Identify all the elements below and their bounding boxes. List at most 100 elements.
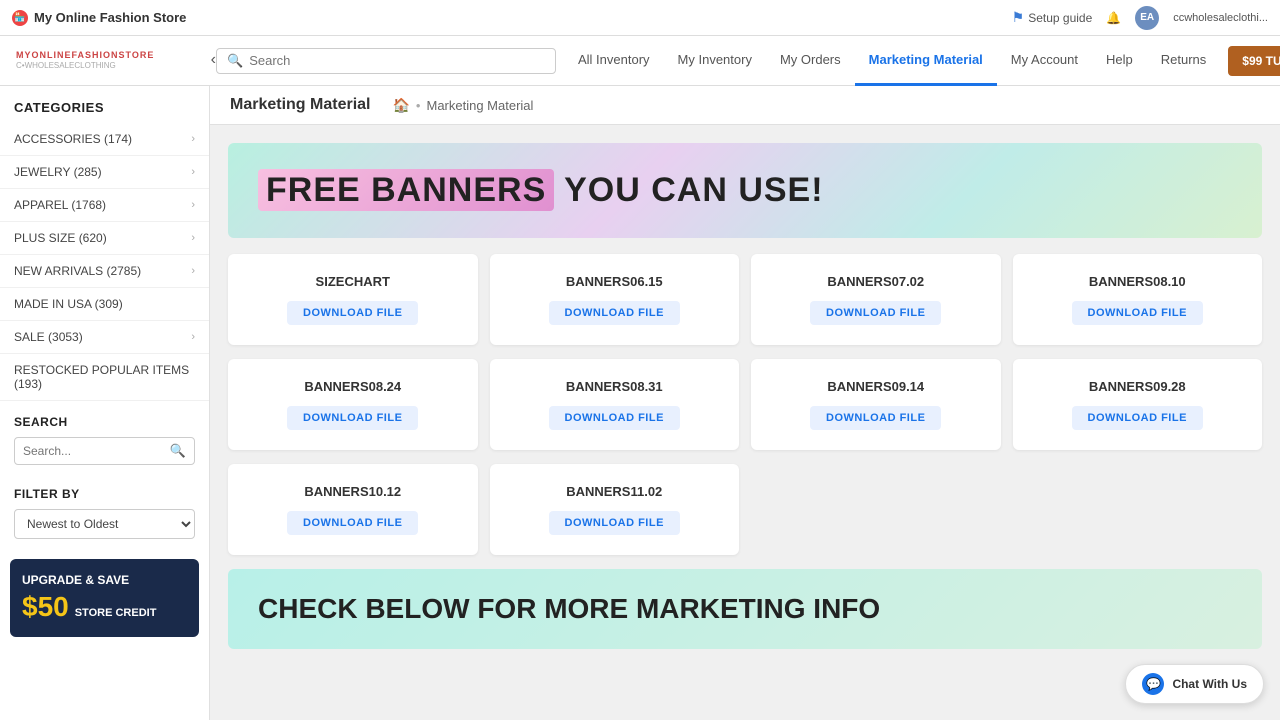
download-banners0914-button[interactable]: DOWNLOAD FILE	[810, 406, 941, 430]
logo-text-primary: MYONLINEFASHIONSTORE	[16, 51, 154, 61]
categories-header: CATEGORIES	[0, 86, 209, 123]
nav-link-my-inventory[interactable]: My Inventory	[664, 36, 766, 86]
nav-link-help[interactable]: Help	[1092, 36, 1147, 86]
store-name-bar: 🏪 My Online Fashion Store	[12, 10, 186, 26]
chat-label: Chat With Us	[1172, 677, 1247, 691]
page-layout: CATEGORIES ACCESSORIES (174) › JEWELRY (…	[0, 86, 1280, 720]
logo-text-sub: C•WHOLESALECLOTHING	[16, 61, 154, 70]
chevron-right-icon: ›	[191, 265, 195, 277]
download-banners0928-button[interactable]: DOWNLOAD FILE	[1072, 406, 1203, 430]
nav-search-icon: 🔍	[227, 53, 243, 69]
nav-link-my-orders[interactable]: My Orders	[766, 36, 855, 86]
sidebar: CATEGORIES ACCESSORIES (174) › JEWELRY (…	[0, 86, 210, 720]
main-nav: All Inventory My Inventory My Orders Mar…	[564, 36, 1280, 86]
check-below-banner: CHECK BELOW FOR MORE MARKETING INFO	[228, 569, 1262, 649]
nav-link-marketing-material[interactable]: Marketing Material	[855, 36, 997, 86]
card-sizechart: SIZECHART DOWNLOAD FILE	[228, 254, 478, 345]
store-name-label: My Online Fashion Store	[34, 10, 186, 25]
logo-texts: MYONLINEFASHIONSTORE C•WHOLESALECLOTHING	[16, 51, 154, 70]
card-banners1102: BANNERS11.02 DOWNLOAD FILE	[490, 464, 740, 555]
chevron-right-icon: ›	[191, 133, 195, 145]
search-section-label: SEARCH	[14, 415, 195, 429]
turnkey-website-button[interactable]: $99 TURNKEY WEBSITE	[1228, 46, 1280, 76]
category-item-jewelry[interactable]: JEWELRY (285) ›	[0, 156, 209, 189]
card-title: BANNERS11.02	[566, 484, 662, 499]
chevron-right-icon: ›	[191, 232, 195, 244]
upgrade-amount: $50	[22, 591, 69, 623]
download-banners0615-button[interactable]: DOWNLOAD FILE	[549, 301, 680, 325]
sidebar-search-wrap: 🔍	[14, 437, 195, 465]
card-title: BANNERS09.14	[827, 379, 924, 394]
nav-link-returns[interactable]: Returns	[1147, 36, 1221, 86]
chat-icon: 💬	[1142, 673, 1164, 695]
card-banners0831: BANNERS08.31 DOWNLOAD FILE	[490, 359, 740, 450]
upgrade-banner-title: UPGRADE & SAVE	[22, 573, 187, 587]
sidebar-search-section: SEARCH 🔍	[0, 401, 209, 473]
category-item-plus-size[interactable]: PLUS SIZE (620) ›	[0, 222, 209, 255]
user-store-name: ccwholesaleclothi...	[1173, 12, 1268, 24]
nav-link-all-inventory[interactable]: All Inventory	[564, 36, 664, 86]
cards-grid-row3: BANNERS10.12 DOWNLOAD FILE BANNERS11.02 …	[228, 464, 1262, 555]
filter-label: FILTER BY	[14, 487, 195, 501]
breadcrumb-bar: Marketing Material 🏠 • Marketing Materia…	[210, 86, 1280, 125]
category-item-new-arrivals[interactable]: NEW ARRIVALS (2785) ›	[0, 255, 209, 288]
card-title: BANNERS06.15	[566, 274, 663, 289]
sidebar-upgrade-banner[interactable]: UPGRADE & SAVE $50 STORE CREDIT	[10, 559, 199, 637]
card-title: BANNERS08.31	[566, 379, 663, 394]
card-banners0615: BANNERS06.15 DOWNLOAD FILE	[490, 254, 740, 345]
setup-guide-link[interactable]: ⚑ Setup guide	[1012, 9, 1093, 26]
nav-link-my-account[interactable]: My Account	[997, 36, 1092, 86]
filter-select[interactable]: Newest to Oldest Oldest to Newest Price:…	[14, 509, 195, 539]
download-banners0824-button[interactable]: DOWNLOAD FILE	[287, 406, 418, 430]
card-banners0702: BANNERS07.02 DOWNLOAD FILE	[751, 254, 1001, 345]
category-item-sale[interactable]: SALE (3053) ›	[0, 321, 209, 354]
category-item-restocked[interactable]: RESTOCKED POPULAR ITEMS (193)	[0, 354, 209, 401]
user-avatar[interactable]: EA	[1135, 6, 1159, 30]
main-content: Marketing Material 🏠 • Marketing Materia…	[210, 86, 1280, 720]
card-banners0914: BANNERS09.14 DOWNLOAD FILE	[751, 359, 1001, 450]
card-banners0928: BANNERS09.28 DOWNLOAD FILE	[1013, 359, 1263, 450]
chevron-right-icon: ›	[191, 166, 195, 178]
search-bar-wrap: 🔍	[216, 48, 556, 74]
download-banners1102-button[interactable]: DOWNLOAD FILE	[549, 511, 680, 535]
top-bar-right: ⚑ Setup guide 🔔 EA ccwholesaleclothi...	[1012, 6, 1268, 30]
card-banners0824: BANNERS08.24 DOWNLOAD FILE	[228, 359, 478, 450]
card-banners0810: BANNERS08.10 DOWNLOAD FILE	[1013, 254, 1263, 345]
download-banners1012-button[interactable]: DOWNLOAD FILE	[287, 511, 418, 535]
chat-widget[interactable]: 💬 Chat With Us	[1125, 664, 1264, 704]
store-icon: 🏪	[12, 10, 28, 26]
chevron-right-icon: ›	[191, 331, 195, 343]
category-item-apparel[interactable]: APPAREL (1768) ›	[0, 189, 209, 222]
content-area: FREE BANNERS YOU CAN USE! SIZECHART DOWN…	[210, 125, 1280, 667]
free-banners-hero-text: FREE BANNERS YOU CAN USE!	[258, 169, 824, 211]
card-title: BANNERS10.12	[304, 484, 401, 499]
upgrade-credit-label: STORE CREDIT	[75, 607, 157, 619]
breadcrumb-current: Marketing Material	[426, 98, 533, 113]
chevron-right-icon: ›	[191, 199, 195, 211]
search-bar: 🔍	[216, 48, 556, 74]
top-bar: 🏪 My Online Fashion Store ⚑ Setup guide …	[0, 0, 1280, 36]
breadcrumb-home-icon[interactable]: 🏠	[392, 97, 409, 114]
card-title: BANNERS09.28	[1089, 379, 1186, 394]
cards-grid-row2: BANNERS08.24 DOWNLOAD FILE BANNERS08.31 …	[228, 359, 1262, 450]
filter-section: FILTER BY Newest to Oldest Oldest to New…	[0, 473, 209, 547]
card-title: BANNERS08.24	[304, 379, 401, 394]
sidebar-search-input[interactable]	[23, 444, 170, 458]
logo-area: MYONLINEFASHIONSTORE C•WHOLESALECLOTHING…	[16, 51, 216, 70]
check-below-text: CHECK BELOW FOR MORE MARKETING INFO	[258, 593, 880, 624]
download-banners0831-button[interactable]: DOWNLOAD FILE	[549, 406, 680, 430]
download-banners0810-button[interactable]: DOWNLOAD FILE	[1072, 301, 1203, 325]
hero-highlight: FREE BANNERS	[258, 169, 554, 211]
sidebar-search-icon[interactable]: 🔍	[170, 443, 186, 459]
notification-bell-icon[interactable]: 🔔	[1106, 11, 1121, 25]
page-title: Marketing Material	[230, 96, 370, 114]
download-banners0702-button[interactable]: DOWNLOAD FILE	[810, 301, 941, 325]
card-title: BANNERS08.10	[1089, 274, 1186, 289]
download-sizechart-button[interactable]: DOWNLOAD FILE	[287, 301, 418, 325]
nav-search-input[interactable]	[249, 53, 545, 68]
nav-bar: MYONLINEFASHIONSTORE C•WHOLESALECLOTHING…	[0, 36, 1280, 86]
category-item-accessories[interactable]: ACCESSORIES (174) ›	[0, 123, 209, 156]
cards-grid-row1: SIZECHART DOWNLOAD FILE BANNERS06.15 DOW…	[228, 254, 1262, 345]
category-item-made-in-usa[interactable]: MADE IN USA (309)	[0, 288, 209, 321]
breadcrumb-separator: •	[416, 98, 421, 113]
